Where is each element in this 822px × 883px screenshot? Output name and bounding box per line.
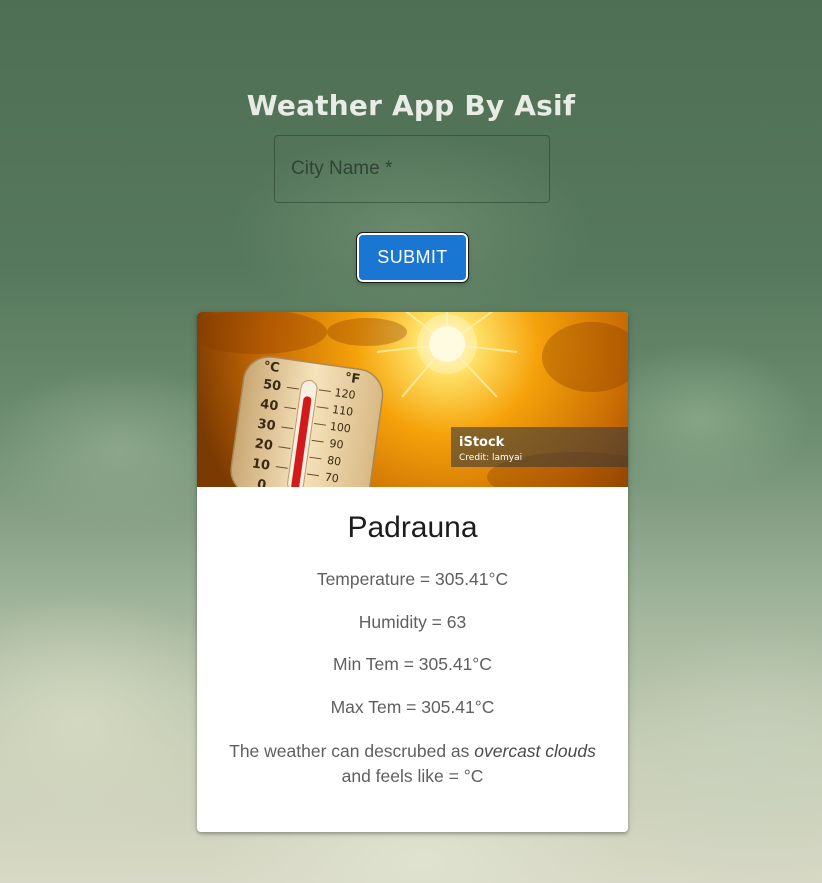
- thermo-fahrenheit-label: °F: [344, 370, 361, 387]
- celsius-tick: 20: [254, 437, 274, 454]
- weather-card: °C °F 50 40 30 20 10 0 120 110 100 90 80…: [197, 312, 628, 832]
- description-suffix: and feels like = °C: [341, 766, 484, 786]
- temperature-text: Temperature = 305.41°C: [316, 569, 509, 589]
- watermark-brand: iStock: [459, 435, 505, 450]
- watermark-credit: Credit: lamyai: [459, 453, 522, 463]
- app-title: Weather App By Asif: [246, 88, 576, 122]
- fahrenheit-tick: 70: [324, 471, 340, 486]
- humidity-text: Humidity = 63: [358, 612, 467, 632]
- istock-watermark: iStock Credit: lamyai: [451, 427, 628, 467]
- city-name: Padrauna: [347, 511, 478, 544]
- description-value: overcast clouds: [474, 741, 596, 761]
- thermo-celsius-label: °C: [263, 359, 281, 376]
- city-name-input[interactable]: [275, 136, 549, 202]
- description-prefix: The weather can descrubed as: [229, 741, 475, 761]
- city-name-field[interactable]: [274, 135, 550, 203]
- submit-button[interactable]: SUBMIT: [356, 232, 469, 283]
- celsius-tick: 40: [259, 397, 279, 414]
- weather-card-content: Padrauna Temperature = 305.41°C Humidity…: [197, 511, 628, 789]
- celsius-tick: 30: [256, 417, 276, 434]
- weather-image: °C °F 50 40 30 20 10 0 120 110 100 90 80…: [197, 312, 628, 487]
- fahrenheit-tick: 90: [329, 437, 345, 452]
- celsius-tick: 50: [262, 377, 282, 394]
- fahrenheit-tick: 80: [326, 454, 342, 469]
- max-temp-text: Max Tem = 305.41°C: [330, 697, 495, 717]
- celsius-tick: 10: [251, 456, 271, 473]
- weather-description: The weather can descrubed as overcast cl…: [217, 739, 608, 789]
- min-temp-text: Min Tem = 305.41°C: [333, 654, 492, 674]
- celsius-tick: 0: [256, 477, 267, 487]
